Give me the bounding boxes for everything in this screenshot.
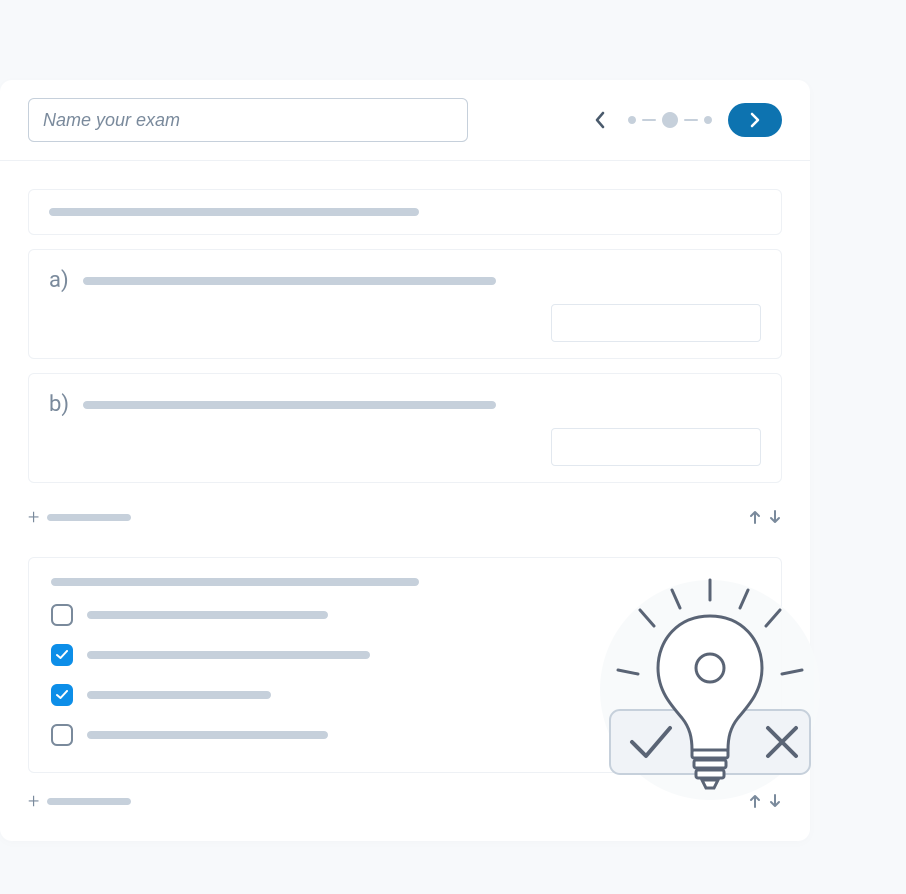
mc-option <box>51 684 759 706</box>
exam-name-input[interactable] <box>28 98 468 142</box>
plus-icon: + <box>28 505 39 529</box>
chevron-left-icon <box>594 111 606 129</box>
answer-label-a: a) <box>49 268 69 293</box>
step-nav <box>588 103 782 137</box>
question-toolbar: + <box>28 497 782 557</box>
answer-text-placeholder <box>83 277 496 285</box>
progress-indicator <box>628 112 712 128</box>
arrow-up-icon <box>748 793 762 809</box>
add-answer-button[interactable]: + <box>28 505 131 529</box>
progress-dot <box>704 116 712 124</box>
mc-title-placeholder <box>51 578 419 586</box>
exam-builder-card: a) b) + <box>0 80 810 841</box>
plus-icon: + <box>28 789 39 813</box>
arrow-down-icon <box>768 509 782 525</box>
answer-label-b: b) <box>49 392 69 417</box>
answer-text-placeholder <box>83 401 496 409</box>
answer-block-b[interactable]: b) <box>28 373 782 483</box>
add-option-button[interactable]: + <box>28 789 131 813</box>
prev-step-button[interactable] <box>588 108 612 132</box>
progress-dot-active <box>662 112 678 128</box>
question-title-block[interactable] <box>28 189 782 235</box>
next-step-button[interactable] <box>728 103 782 137</box>
move-down-button[interactable] <box>768 509 782 525</box>
move-up-button[interactable] <box>748 793 762 809</box>
mc-option-placeholder <box>87 691 271 699</box>
chevron-right-icon <box>749 112 761 128</box>
answer-score-input[interactable] <box>551 304 761 342</box>
question-title-placeholder <box>49 208 419 216</box>
mc-option-placeholder <box>87 611 328 619</box>
question-toolbar: + <box>28 773 782 841</box>
mc-option-placeholder <box>87 731 328 739</box>
move-up-button[interactable] <box>748 509 762 525</box>
progress-dash <box>642 119 656 121</box>
mc-option <box>51 724 759 746</box>
mc-option <box>51 604 759 626</box>
progress-dot <box>628 116 636 124</box>
move-down-button[interactable] <box>768 793 782 809</box>
add-label-placeholder <box>47 514 131 521</box>
mc-checkbox[interactable] <box>51 724 73 746</box>
header-bar <box>0 80 810 161</box>
answer-block-a[interactable]: a) <box>28 249 782 359</box>
mc-option <box>51 644 759 666</box>
progress-dash <box>684 119 698 121</box>
add-label-placeholder <box>47 798 131 805</box>
mc-checkbox[interactable] <box>51 604 73 626</box>
answer-score-input[interactable] <box>551 428 761 466</box>
mc-checkbox[interactable] <box>51 684 73 706</box>
multiple-choice-block[interactable] <box>28 557 782 773</box>
mc-option-placeholder <box>87 651 370 659</box>
arrow-down-icon <box>768 793 782 809</box>
content-area: a) b) + <box>0 161 810 841</box>
arrow-up-icon <box>748 509 762 525</box>
mc-checkbox[interactable] <box>51 644 73 666</box>
